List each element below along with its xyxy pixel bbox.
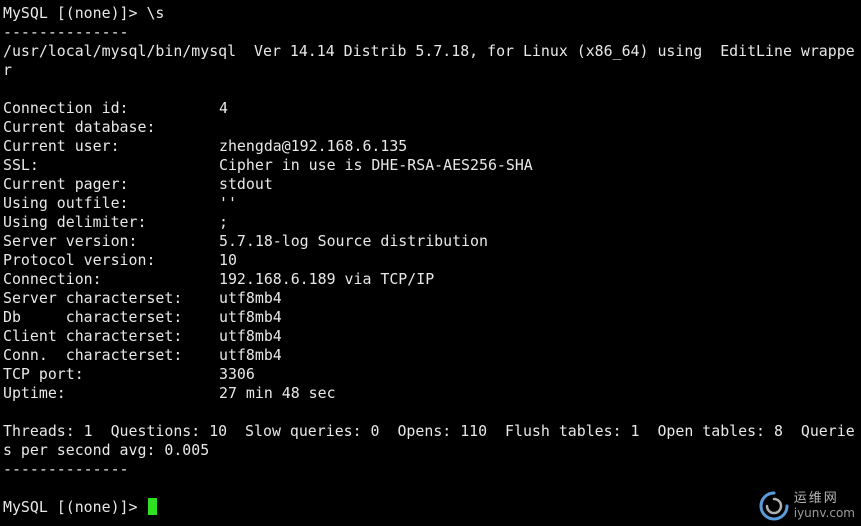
status-value: 3306 — [219, 365, 255, 383]
status-key: Current database: — [3, 118, 156, 136]
status-key: Uptime: — [3, 384, 66, 402]
status-key: SSL: — [3, 156, 39, 174]
status-row: Server version: 5.7.18-log Source distrib… — [3, 232, 859, 251]
client-info-line-2: r — [3, 61, 12, 79]
status-row: TCP port: 3306 — [3, 365, 859, 384]
status-key: Connection id: — [3, 99, 129, 117]
status-row: Server characterset: utf8mb4 — [3, 289, 859, 308]
status-key: Conn. characterset: — [3, 346, 183, 364]
status-key: Current user: — [3, 137, 120, 155]
status-row: Conn. characterset: utf8mb4 — [3, 346, 859, 365]
status-value: utf8mb4 — [219, 308, 282, 326]
threads-line-2: s per second avg: 0.005 — [3, 441, 210, 459]
status-key: Server characterset: — [3, 289, 183, 307]
status-value: Cipher in use is DHE-RSA-AES256-SHA — [219, 156, 533, 174]
status-row: Connection id: 4 — [3, 99, 859, 118]
status-row: Current user: zhengda@192.168.6.135 — [3, 137, 859, 156]
watermark: 运维网 iyunv.com — [758, 490, 855, 522]
status-row: Using delimiter:; — [3, 213, 859, 232]
status-key: Db characterset: — [3, 308, 183, 326]
status-key: Server version: — [3, 232, 138, 250]
separator-bottom: -------------- — [3, 460, 129, 478]
status-value: zhengda@192.168.6.135 — [219, 137, 408, 155]
status-value: 27 min 48 sec — [219, 384, 336, 402]
status-row: Client characterset: utf8mb4 — [3, 327, 859, 346]
status-value: utf8mb4 — [219, 289, 282, 307]
status-value: 10 — [219, 251, 237, 269]
status-key: Current pager: — [3, 175, 129, 193]
threads-line-1: Threads: 1 Questions: 10 Slow queries: 0… — [3, 422, 855, 440]
status-key: Client characterset: — [3, 327, 183, 345]
prompt-line[interactable]: MySQL [(none)]> — [3, 498, 859, 517]
status-row: Db characterset: utf8mb4 — [3, 308, 859, 327]
status-row: SSL: Cipher in use is DHE-RSA-AES256-SHA — [3, 156, 859, 175]
text-cursor[interactable] — [148, 498, 158, 515]
status-key: Protocol version: — [3, 251, 156, 269]
status-row: Current database: — [3, 118, 859, 137]
status-row: Using outfile: '' — [3, 194, 859, 213]
command-line: MySQL [(none)]> \s — [3, 4, 165, 22]
status-value: ; — [219, 213, 228, 231]
status-key: TCP port: — [3, 365, 84, 383]
status-value: 4 — [219, 99, 228, 117]
status-value: 5.7.18-log Source distribution — [219, 232, 488, 250]
status-row: Current pager: stdout — [3, 175, 859, 194]
status-value: utf8mb4 — [219, 346, 282, 364]
watermark-text: 运维网 iyunv.com — [793, 491, 855, 521]
status-row: Protocol version: 10 — [3, 251, 859, 270]
swirl-logo-icon — [759, 491, 789, 521]
separator-top: -------------- — [3, 23, 129, 41]
status-value: stdout — [219, 175, 273, 193]
status-row: Connection: 192.168.6.189 via TCP/IP — [3, 270, 859, 289]
status-value: '' — [219, 194, 237, 212]
watermark-url: iyunv.com — [793, 506, 855, 520]
watermark-chinese: 运维网 — [793, 491, 839, 506]
status-value: utf8mb4 — [219, 327, 282, 345]
status-key: Connection: — [3, 270, 102, 288]
prompt-text: MySQL [(none)]> — [3, 498, 147, 516]
status-list: Connection id: 4 Current database: Curren… — [3, 99, 859, 403]
terminal-output[interactable]: MySQL [(none)]> \s -------------- /usr/l… — [3, 4, 859, 517]
status-key: Using outfile: — [3, 194, 129, 212]
status-row: Uptime: 27 min 48 sec — [3, 384, 859, 403]
status-key: Using delimiter: — [3, 213, 147, 231]
client-info-line-1: /usr/local/mysql/bin/mysql Ver 14.14 Dis… — [3, 42, 855, 60]
status-value: 192.168.6.189 via TCP/IP — [219, 270, 435, 288]
